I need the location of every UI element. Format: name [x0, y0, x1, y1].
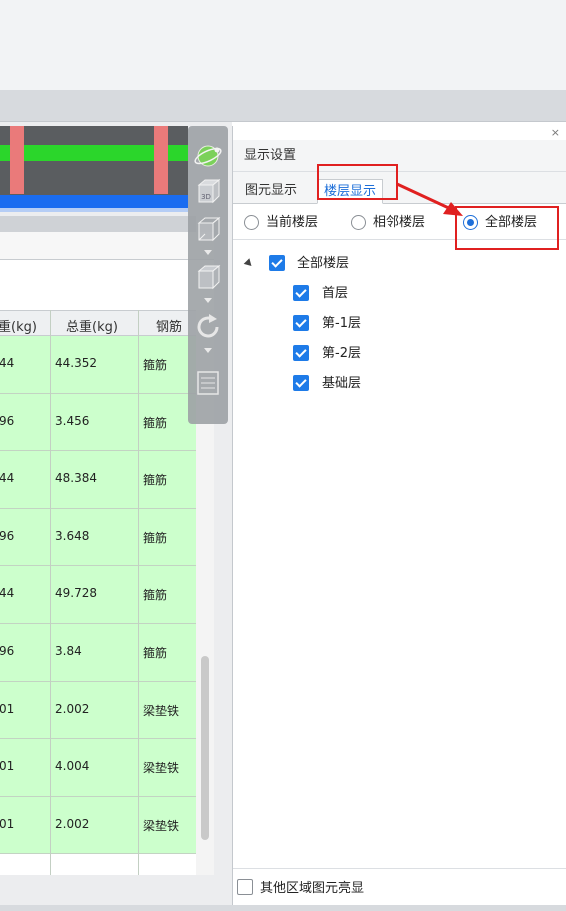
tree-item-label: 第-1层 — [322, 316, 361, 331]
cell-unit-weight: 44 — [0, 356, 15, 370]
expand-arrow-icon[interactable] — [243, 258, 255, 269]
cell-total-weight: 4.004 — [55, 759, 90, 774]
radio-indicator — [244, 215, 259, 230]
cell-total-weight: 2.002 — [55, 701, 90, 716]
display-settings-panel: × 显示设置 图元显示 楼层显示 当前楼层 相邻楼层 全部楼层 全部楼层 首层 … — [232, 126, 566, 911]
cell-unit-weight: 96 — [0, 413, 15, 428]
table-row[interactable]: 01 4.004 梁垫铁 — [0, 739, 196, 797]
window-bottom-edge — [0, 905, 566, 911]
radio-indicator — [351, 215, 366, 230]
table-row[interactable]: 01 2.002 梁垫铁 — [0, 681, 196, 740]
cell-rebar-type: 箍筋 — [143, 588, 168, 603]
svg-text:3D: 3D — [201, 193, 211, 201]
cell-total-weight: 48.384 — [55, 471, 97, 486]
checkbox-highlight-other-areas[interactable] — [237, 879, 253, 895]
cell-rebar-type: 梁垫铁 — [143, 761, 180, 776]
checkbox-floor[interactable] — [293, 285, 309, 301]
cell-rebar-type: 箍筋 — [143, 358, 168, 372]
cell-total-weight: 3.84 — [55, 643, 82, 658]
app-window: { "left_table": { "headers": ["重(kg)", "… — [0, 0, 566, 911]
rebar-table: 重(kg) 总重(kg) 钢筋 44 44.352 箍筋 96 3.456 箍筋 44 48.… — [0, 260, 214, 875]
table-toolbar-band — [0, 232, 214, 260]
radio-label: 当前楼层 — [266, 215, 319, 230]
tree-root-all-floors[interactable]: 全部楼层 — [233, 253, 433, 275]
chevron-down-icon[interactable] — [204, 250, 212, 255]
orbit-sphere-icon[interactable] — [193, 140, 223, 170]
cell-total-weight: 3.456 — [55, 413, 90, 428]
tree-item-label: 全部楼层 — [297, 256, 350, 271]
blue-beam-edge — [0, 208, 188, 212]
tree-item-floor[interactable]: 首层 — [233, 283, 433, 305]
scrollbar-thumb[interactable] — [201, 656, 209, 840]
checkbox-all-floors[interactable] — [269, 255, 285, 271]
tree-item-label: 首层 — [322, 286, 349, 301]
cell-total-weight: 49.728 — [55, 586, 97, 601]
tree-item-floor[interactable]: 第-2层 — [233, 343, 433, 365]
blue-beam — [0, 195, 188, 208]
table-row[interactable]: 01 2.002 梁垫铁 — [0, 796, 196, 855]
top-blank-area — [0, 0, 566, 90]
radio-current-floor[interactable]: 当前楼层 — [244, 213, 339, 233]
table-row[interactable]: 44 49.728 箍筋 — [0, 566, 196, 624]
cell-total-weight: 2.002 — [55, 816, 90, 831]
floor-list-icon[interactable] — [193, 368, 223, 398]
checkbox-floor[interactable] — [293, 345, 309, 361]
table-body: 44 44.352 箍筋 96 3.456 箍筋 44 48.384 箍筋 96 3.648 箍筋 44… — [0, 336, 196, 855]
3d-view-cube-icon[interactable]: 3D — [193, 176, 223, 206]
cell-rebar-type: 箍筋 — [143, 530, 168, 545]
cell-rebar-type: 箍筋 — [143, 645, 168, 660]
table-row[interactable]: 44 44.352 箍筋 — [0, 336, 196, 394]
cell-unit-weight: 01 — [0, 816, 15, 831]
tab-element-display[interactable]: 图元显示 — [239, 179, 303, 204]
tree-item-label: 基础层 — [322, 376, 362, 391]
chevron-down-icon[interactable] — [204, 298, 212, 303]
column-shape — [154, 126, 168, 194]
column-divider — [138, 310, 139, 875]
table-row[interactable]: 44 48.384 箍筋 — [0, 451, 196, 509]
cell-rebar-type: 梁垫铁 — [143, 703, 180, 718]
rotate-icon[interactable] — [193, 312, 223, 342]
cell-unit-weight: 96 — [0, 643, 15, 658]
cell-rebar-type: 箍筋 — [143, 473, 168, 488]
column-header-total-weight[interactable]: 总重(kg) — [66, 316, 118, 335]
panel-title: 显示设置 — [233, 140, 566, 172]
table-row[interactable]: 96 3.648 箍筋 — [0, 508, 196, 567]
column-divider — [50, 310, 51, 875]
cell-total-weight: 44.352 — [55, 356, 97, 370]
cell-unit-weight: 01 — [0, 759, 15, 774]
highlight-option-bar: 其他区域图元亮显 — [233, 868, 566, 904]
solid-cube-icon[interactable] — [193, 262, 223, 292]
table-row[interactable]: 96 3.84 箍筋 — [0, 623, 196, 682]
chevron-down-icon[interactable] — [204, 348, 212, 353]
model-preview-viewport[interactable] — [0, 126, 188, 212]
table-row[interactable]: 96 3.456 箍筋 — [0, 393, 196, 452]
column-shape — [10, 126, 24, 194]
annotation-arrow — [396, 182, 463, 216]
toolbar-strip — [0, 90, 566, 122]
tree-item-floor[interactable]: 基础层 — [233, 373, 433, 395]
cell-rebar-type: 梁垫铁 — [143, 818, 180, 833]
checkbox-floor[interactable] — [293, 375, 309, 391]
wireframe-cube-icon[interactable] — [193, 214, 223, 244]
view-navigation-toolbar: 3D — [188, 126, 228, 424]
checkbox-floor[interactable] — [293, 315, 309, 331]
annotation-box-tab — [317, 164, 398, 200]
cell-unit-weight: 44 — [0, 471, 15, 486]
cell-unit-weight: 01 — [0, 701, 15, 716]
preview-horizontal-scrollbar[interactable] — [0, 216, 196, 232]
cell-total-weight: 3.648 — [55, 528, 90, 543]
cell-rebar-type: 箍筋 — [143, 415, 168, 430]
tree-item-floor[interactable]: 第-1层 — [233, 313, 433, 335]
highlight-other-areas-label[interactable]: 其他区域图元亮显 — [260, 877, 364, 896]
cell-unit-weight: 44 — [0, 586, 15, 601]
table-header: 重(kg) 总重(kg) 钢筋 — [0, 310, 196, 336]
tree-item-label: 第-2层 — [322, 346, 361, 361]
column-header-rebar-type[interactable]: 钢筋 — [156, 316, 182, 335]
cell-unit-weight: 96 — [0, 528, 15, 543]
close-icon[interactable]: × — [551, 126, 560, 139]
column-header-unit-weight[interactable]: 重(kg) — [0, 316, 37, 335]
